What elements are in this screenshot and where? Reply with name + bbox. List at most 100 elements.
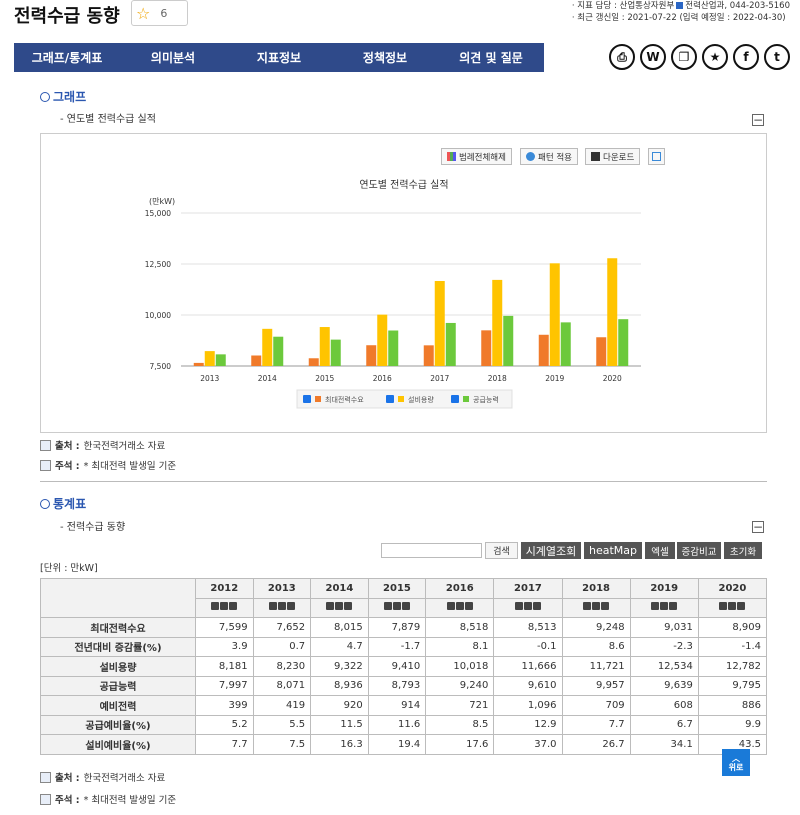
table-cell: 8,793 <box>367 675 427 696</box>
sort-desc-icon[interactable] <box>592 602 601 611</box>
sort-controls[interactable] <box>425 597 495 618</box>
collapse-table-button[interactable]: − <box>752 521 764 533</box>
heatmap-button[interactable]: heatMap <box>584 542 642 559</box>
y-tick-label: 10,000 <box>145 311 171 320</box>
bar-2018-0 <box>481 330 492 366</box>
favorite-button[interactable]: ☆ 6 <box>131 0 188 26</box>
scroll-top-button[interactable]: ︿ 위로 <box>722 749 750 776</box>
sort-controls[interactable] <box>310 597 369 618</box>
table-cell: 0.7 <box>252 636 312 657</box>
sort-remove-icon[interactable] <box>286 602 295 611</box>
sort-remove-icon[interactable] <box>737 602 746 611</box>
sort-remove-icon[interactable] <box>532 602 541 611</box>
sort-controls[interactable] <box>252 597 312 618</box>
sort-remove-icon[interactable] <box>229 602 238 611</box>
table-source: 출처 : 한국전력거래소 자료 <box>40 770 165 784</box>
sort-asc-icon[interactable] <box>268 602 277 611</box>
sort-asc-icon[interactable] <box>326 602 335 611</box>
copy-icon[interactable]: ❐ <box>671 44 697 70</box>
sort-remove-icon[interactable] <box>344 602 353 611</box>
collapse-graph-button[interactable]: − <box>752 114 764 126</box>
year-header: 2018 <box>561 578 631 599</box>
timeseries-button[interactable]: 시계열조회 <box>521 542 581 559</box>
table-cell: 11,721 <box>561 656 631 677</box>
table-cell: 19.4 <box>367 734 427 755</box>
sort-controls[interactable] <box>697 597 768 618</box>
sort-desc-icon[interactable] <box>335 602 344 611</box>
print-icon[interactable]: ⎙ <box>609 44 635 70</box>
sort-controls[interactable] <box>629 597 699 618</box>
sort-desc-icon[interactable] <box>455 602 464 611</box>
bookmark-star-icon[interactable]: ★ <box>702 44 728 70</box>
legend-label: 공급능력 <box>473 396 499 404</box>
sort-desc-icon[interactable] <box>523 602 532 611</box>
bar-2016-1 <box>377 314 388 366</box>
sort-asc-icon[interactable] <box>211 602 220 611</box>
nav-item-1[interactable]: 의미분석 <box>120 43 226 72</box>
sort-asc-icon[interactable] <box>514 602 523 611</box>
x-tick-label: 2019 <box>545 374 564 383</box>
sort-desc-icon[interactable] <box>660 602 669 611</box>
sort-remove-icon[interactable] <box>401 602 410 611</box>
sort-controls[interactable] <box>367 597 427 618</box>
table-row: 설비예비율(%) 7.7 7.5 16.3 19.4 17.6 37.0 26.7 34.1 43… <box>40 734 768 755</box>
bar-2017-0 <box>423 345 434 366</box>
nav-item-4[interactable]: 의견 및 질문 <box>438 43 544 72</box>
y-axis-label: (만kW) <box>149 197 175 206</box>
search-input[interactable] <box>381 543 482 558</box>
bar-2020-1 <box>607 258 618 366</box>
search-button[interactable]: 검색 <box>485 542 518 559</box>
sort-desc-icon[interactable] <box>277 602 286 611</box>
favorite-count: 6 <box>160 6 168 20</box>
twitter-icon[interactable]: t <box>764 44 790 70</box>
table-cell: 8.1 <box>425 636 495 657</box>
word-icon[interactable]: W <box>640 44 666 70</box>
sort-asc-icon[interactable] <box>446 602 455 611</box>
bar-2020-2 <box>618 319 629 366</box>
sort-controls[interactable] <box>195 597 254 618</box>
table-cell: 7,879 <box>367 617 427 638</box>
nav-item-2[interactable]: 지표정보 <box>226 43 332 72</box>
sort-controls[interactable] <box>493 597 563 618</box>
graph-section-title: 그래프 <box>40 88 86 105</box>
sort-asc-icon[interactable] <box>719 602 728 611</box>
year-header: 2016 <box>425 578 495 599</box>
table-cell: 26.7 <box>561 734 631 755</box>
x-tick-label: 2013 <box>200 374 219 383</box>
sort-asc-icon[interactable] <box>383 602 392 611</box>
facebook-icon[interactable]: f <box>733 44 759 70</box>
table-cell: 7.5 <box>252 734 312 755</box>
year-header: 2015 <box>367 578 427 599</box>
reset-button[interactable]: 초기화 <box>724 542 762 559</box>
row-label: 공급예비율(%) <box>40 714 196 735</box>
sort-remove-icon[interactable] <box>669 602 678 611</box>
table-cell: 8,909 <box>697 617 768 638</box>
nav-item-0[interactable]: 그래프/통계표 <box>14 43 120 72</box>
legend-swatch <box>398 396 404 402</box>
sort-desc-icon[interactable] <box>728 602 737 611</box>
year-header: 2014 <box>310 578 369 599</box>
legend-swatch <box>463 396 469 402</box>
sort-asc-icon[interactable] <box>583 602 592 611</box>
table-row: 설비용량 8,181 8,230 9,322 9,410 10,018 11,666 11,7… <box>40 656 768 677</box>
table-cell: 10,018 <box>425 656 495 677</box>
document-icon <box>40 793 51 805</box>
bar-2020-0 <box>596 337 607 366</box>
bar-2014-2 <box>273 336 284 366</box>
circle-bullet-icon <box>40 499 50 509</box>
excel-button[interactable]: 엑셀 <box>645 542 675 559</box>
legend-checkbox <box>386 395 394 403</box>
sort-remove-icon[interactable] <box>601 602 610 611</box>
sort-desc-icon[interactable] <box>220 602 229 611</box>
table-cell: 8,936 <box>310 675 369 696</box>
compare-button[interactable]: 증감비교 <box>677 542 721 559</box>
table-cell: 721 <box>425 695 495 716</box>
section-divider <box>40 481 767 482</box>
sort-desc-icon[interactable] <box>392 602 401 611</box>
sort-asc-icon[interactable] <box>651 602 660 611</box>
table-cell: 9,248 <box>561 617 631 638</box>
sort-controls[interactable] <box>561 597 631 618</box>
table-cell: 34.1 <box>629 734 699 755</box>
sort-remove-icon[interactable] <box>464 602 473 611</box>
nav-item-3[interactable]: 정책정보 <box>332 43 438 72</box>
